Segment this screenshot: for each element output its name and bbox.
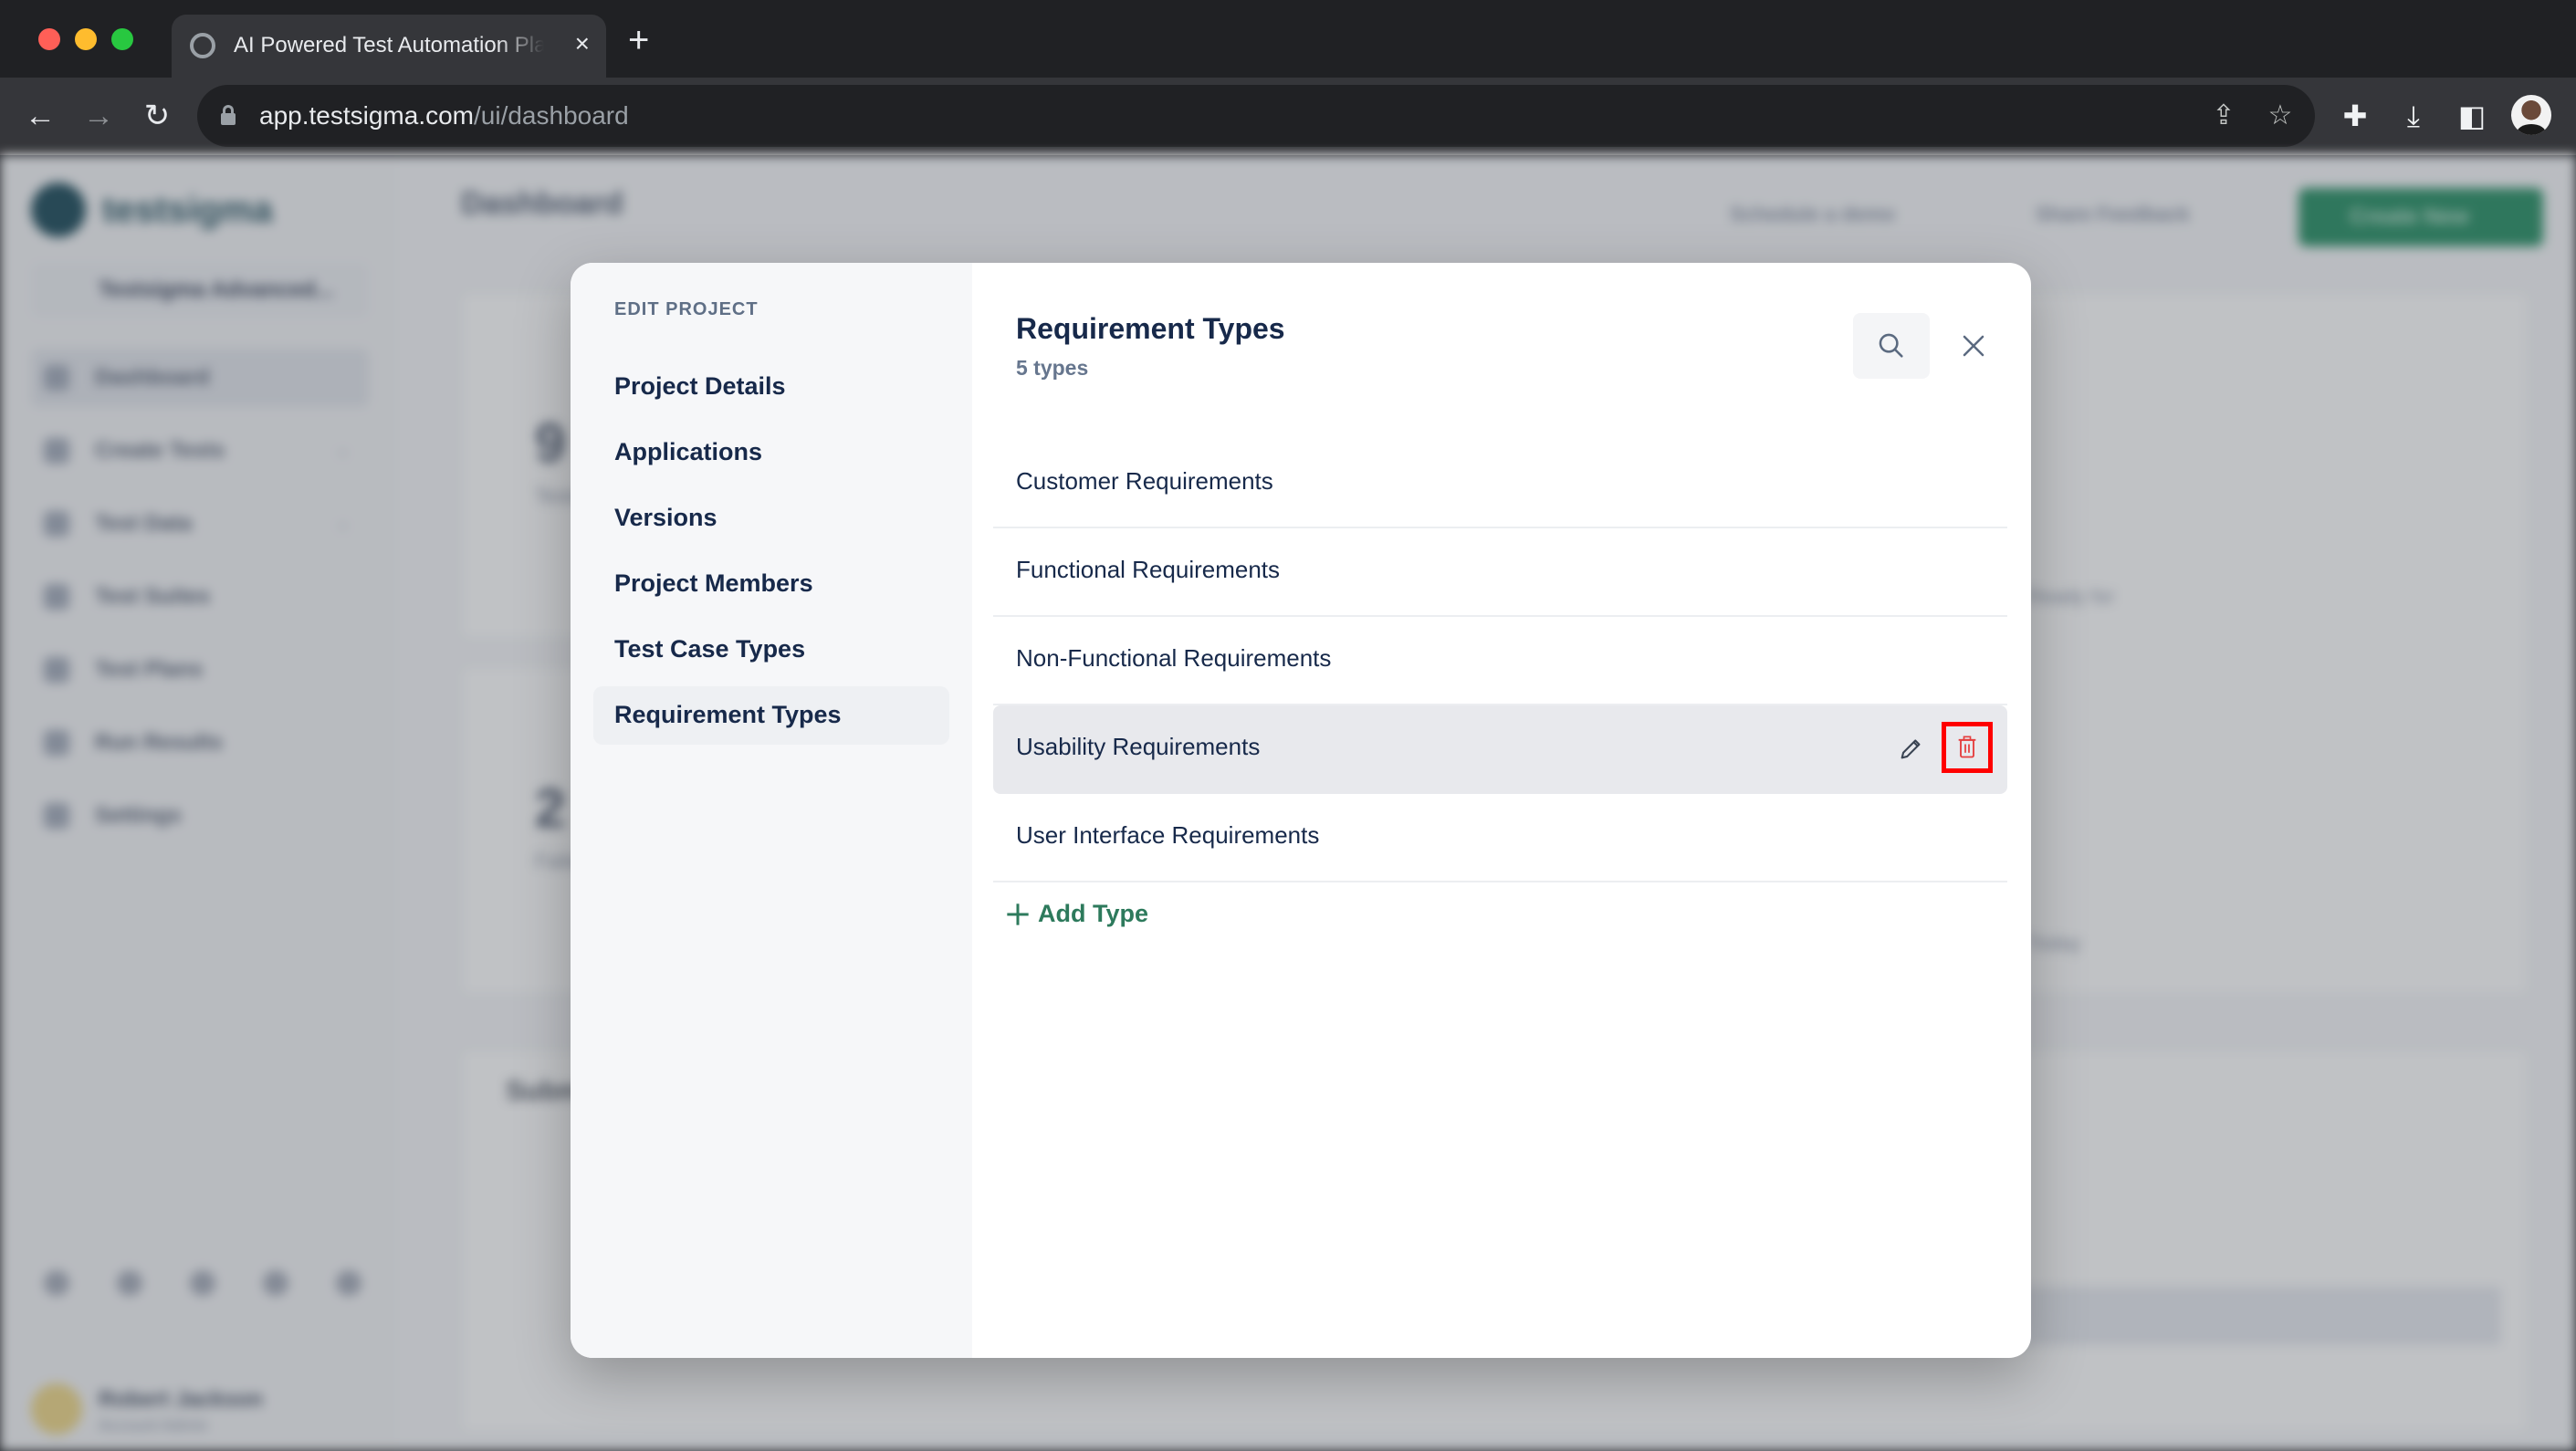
nav-item-project-details[interactable]: Project Details: [593, 358, 949, 416]
share-icon[interactable]: ⇪: [2207, 99, 2240, 132]
nav-item-versions[interactable]: Versions: [593, 489, 949, 548]
type-name: Non-Functional Requirements: [1016, 644, 1332, 672]
tab-title: AI Powered Test Automation Platform: [234, 33, 544, 57]
trash-icon: [1958, 736, 1976, 758]
edit-project-modal: EDIT PROJECT Project Details Application…: [571, 263, 2031, 1358]
requirement-type-list: Customer Requirements Functional Require…: [993, 440, 2007, 882]
url-text[interactable]: app.testsigma.com/ui/dashboard: [259, 99, 629, 132]
type-name: Functional Requirements: [1016, 556, 1281, 583]
list-item[interactable]: Usability Requirements: [993, 705, 2007, 794]
lock-icon: [221, 105, 236, 125]
close-icon: [1963, 335, 1984, 357]
delete-button[interactable]: [1942, 722, 1993, 773]
add-type-label: Add Type: [1038, 900, 1148, 927]
nav-item-label: Project Details: [614, 372, 786, 400]
browser-tab[interactable]: AI Powered Test Automation Platform ×: [172, 15, 606, 78]
forward-icon[interactable]: →: [79, 96, 119, 136]
window-maximize-button[interactable]: [111, 28, 133, 50]
type-name: Usability Requirements: [1016, 733, 1261, 760]
browser-titlebar: AI Powered Test Automation Platform × +: [0, 0, 2576, 78]
nav-item-label: Versions: [614, 504, 717, 531]
address-bar[interactable]: app.testsigma.com/ui/dashboard ⇪ ☆: [197, 85, 2315, 147]
nav-item-label: Test Case Types: [614, 635, 806, 663]
bookmark-star-icon[interactable]: ☆: [2264, 99, 2297, 132]
type-name: User Interface Requirements: [1016, 821, 1320, 849]
nav-item-label: Applications: [614, 438, 763, 465]
list-item[interactable]: Functional Requirements: [993, 528, 2007, 617]
url-path: /ui/dashboard: [474, 101, 629, 130]
new-tab-button[interactable]: +: [628, 22, 649, 58]
reload-icon[interactable]: ↻: [137, 96, 177, 136]
side-panel-icon[interactable]: ◧: [2452, 96, 2492, 136]
globe-icon: [190, 33, 215, 58]
plus-icon: [1007, 903, 1029, 925]
window-close-button[interactable]: [38, 28, 60, 50]
url-domain: app.testsigma.com: [259, 101, 474, 130]
modal-nav: EDIT PROJECT Project Details Application…: [571, 263, 972, 1358]
download-icon[interactable]: ⤓: [2393, 96, 2434, 136]
pencil-icon: [1901, 739, 1921, 759]
list-item[interactable]: User Interface Requirements: [993, 794, 2007, 882]
window-minimize-button[interactable]: [75, 28, 97, 50]
nav-item-project-members[interactable]: Project Members: [593, 555, 949, 613]
profile-avatar[interactable]: [2511, 95, 2551, 135]
browser-toolbar: ← → ↻ app.testsigma.com/ui/dashboard ⇪ ☆…: [0, 78, 2576, 155]
tab-close-icon[interactable]: ×: [575, 27, 590, 60]
close-button[interactable]: [1946, 313, 2001, 379]
modal-nav-heading: EDIT PROJECT: [614, 299, 759, 319]
search-button[interactable]: [1853, 313, 1930, 379]
nav-item-test-case-types[interactable]: Test Case Types: [593, 621, 949, 679]
type-count: 5 types: [1016, 356, 1089, 380]
list-item[interactable]: Non-Functional Requirements: [993, 617, 2007, 705]
back-icon[interactable]: ←: [20, 96, 60, 136]
search-icon: [1879, 333, 1903, 358]
edit-button[interactable]: [1889, 727, 1932, 771]
list-item[interactable]: Customer Requirements: [993, 440, 2007, 528]
row-actions: [1870, 722, 1998, 777]
nav-item-applications[interactable]: Applications: [593, 423, 949, 482]
extensions-icon[interactable]: ✚: [2335, 96, 2375, 136]
panel-title: Requirement Types: [1016, 312, 1285, 345]
nav-item-label: Requirement Types: [614, 701, 842, 728]
nav-item-label: Project Members: [614, 569, 813, 597]
nav-item-requirement-types[interactable]: Requirement Types: [593, 686, 949, 745]
type-name: Customer Requirements: [1016, 467, 1273, 495]
